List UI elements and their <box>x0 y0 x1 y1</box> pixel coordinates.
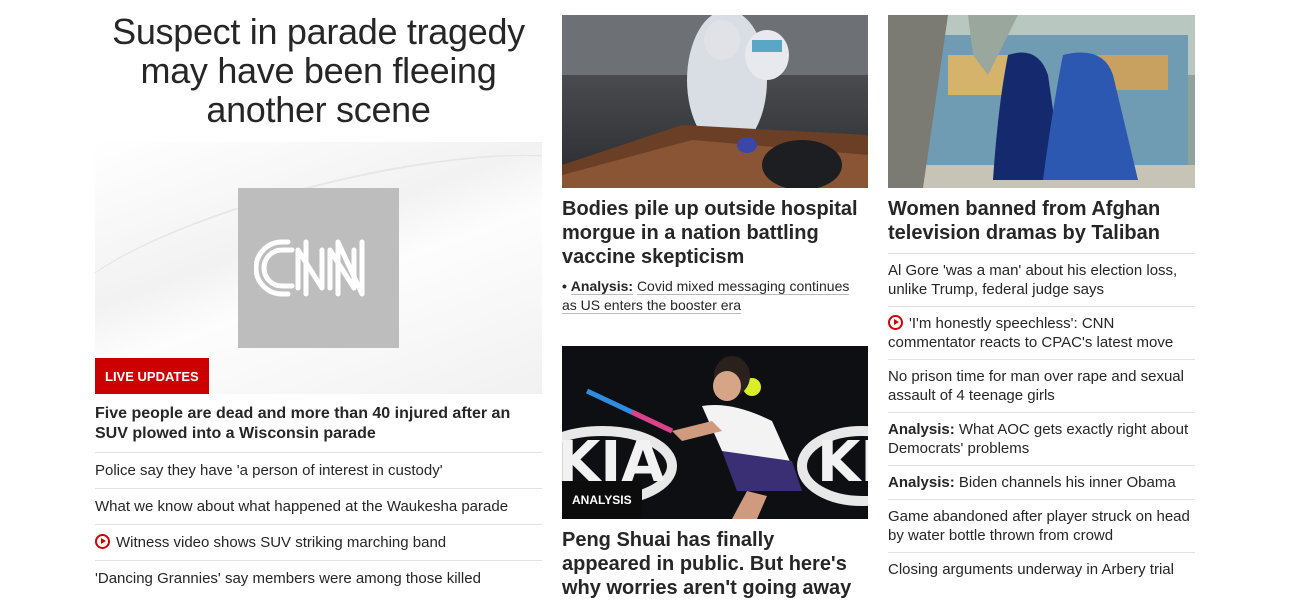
headline-link[interactable]: Game abandoned after player struck on he… <box>888 508 1190 544</box>
analysis-label: Analysis: <box>570 278 634 295</box>
headline-link[interactable]: Closing arguments underway in Arbery tri… <box>888 561 1174 578</box>
lead-related-list: Police say they have 'a person of intere… <box>95 452 542 596</box>
middle-column: Bodies pile up outside hospital morgue i… <box>562 0 868 600</box>
analysis-label: Analysis: <box>888 421 955 438</box>
list-item[interactable]: Al Gore 'was a man' about his election l… <box>888 253 1195 306</box>
court-text-right: KIA <box>817 430 868 495</box>
list-item[interactable]: 'I'm honestly speechless': CNN commentat… <box>888 306 1195 359</box>
headline-link[interactable]: Biden channels his inner Obama <box>959 474 1176 491</box>
right-column: Women banned from Afghan television dram… <box>888 0 1195 586</box>
afghan-photo[interactable] <box>888 15 1195 188</box>
story-title[interactable]: Peng Shuai has finally appeared in publi… <box>562 528 868 600</box>
lead-image-placeholder[interactable]: LIVE UPDATES <box>95 142 542 394</box>
related-link[interactable]: 'Dancing Grannies' say members were amon… <box>95 570 481 587</box>
lead-story-column: Suspect in parade tragedy may have been … <box>95 0 542 596</box>
list-item[interactable]: Witness video shows SUV striking marchin… <box>95 524 542 560</box>
list-item[interactable]: What we know about what happened at the … <box>95 488 542 524</box>
right-headline-list: Al Gore 'was a man' about his election l… <box>888 253 1195 586</box>
story-title[interactable]: Bodies pile up outside hospital morgue i… <box>562 197 868 269</box>
analysis-badge[interactable]: ANALYSIS <box>562 481 642 519</box>
cnn-logo <box>238 188 399 348</box>
afghan-photo-image <box>888 15 1195 188</box>
headline-link[interactable]: No prison time for man over rape and sex… <box>888 368 1184 404</box>
list-item[interactable]: Analysis: Biden channels his inner Obama <box>888 465 1195 499</box>
live-updates-badge[interactable]: LIVE UPDATES <box>95 358 209 394</box>
lead-summary[interactable]: Five people are dead and more than 40 in… <box>95 404 542 444</box>
lead-headline[interactable]: Suspect in parade tragedy may have been … <box>95 12 542 129</box>
list-item[interactable]: 'Dancing Grannies' say members were amon… <box>95 560 542 596</box>
list-item[interactable]: Analysis: What AOC gets exactly right ab… <box>888 412 1195 465</box>
related-link[interactable]: Witness video shows SUV striking marchin… <box>116 534 446 551</box>
story-analysis-link[interactable]: • Analysis: Covid mixed messaging contin… <box>562 277 868 315</box>
list-item[interactable]: Police say they have 'a person of intere… <box>95 452 542 488</box>
morgue-photo-image <box>562 15 868 188</box>
homepage-zone: Suspect in parade tragedy may have been … <box>0 0 1290 611</box>
story-title[interactable]: Women banned from Afghan television dram… <box>888 197 1195 245</box>
list-item[interactable]: Game abandoned after player struck on he… <box>888 499 1195 552</box>
play-circle-icon <box>95 534 110 549</box>
cnn-logo-icon <box>253 239 364 297</box>
headline-link[interactable]: Al Gore 'was a man' about his election l… <box>888 262 1177 298</box>
related-link[interactable]: Police say they have 'a person of intere… <box>95 462 443 479</box>
analysis-label: Analysis: <box>888 474 955 491</box>
list-item[interactable]: Closing arguments underway in Arbery tri… <box>888 552 1195 586</box>
headline-link[interactable]: 'I'm honestly speechless': CNN commentat… <box>888 315 1173 351</box>
bullet: • <box>562 278 567 294</box>
morgue-photo[interactable] <box>562 15 868 188</box>
play-circle-icon <box>888 315 903 330</box>
tennis-photo[interactable]: KIA KIA ANALYSIS <box>562 346 868 519</box>
related-link[interactable]: What we know about what happened at the … <box>95 498 508 515</box>
list-item[interactable]: No prison time for man over rape and sex… <box>888 359 1195 412</box>
